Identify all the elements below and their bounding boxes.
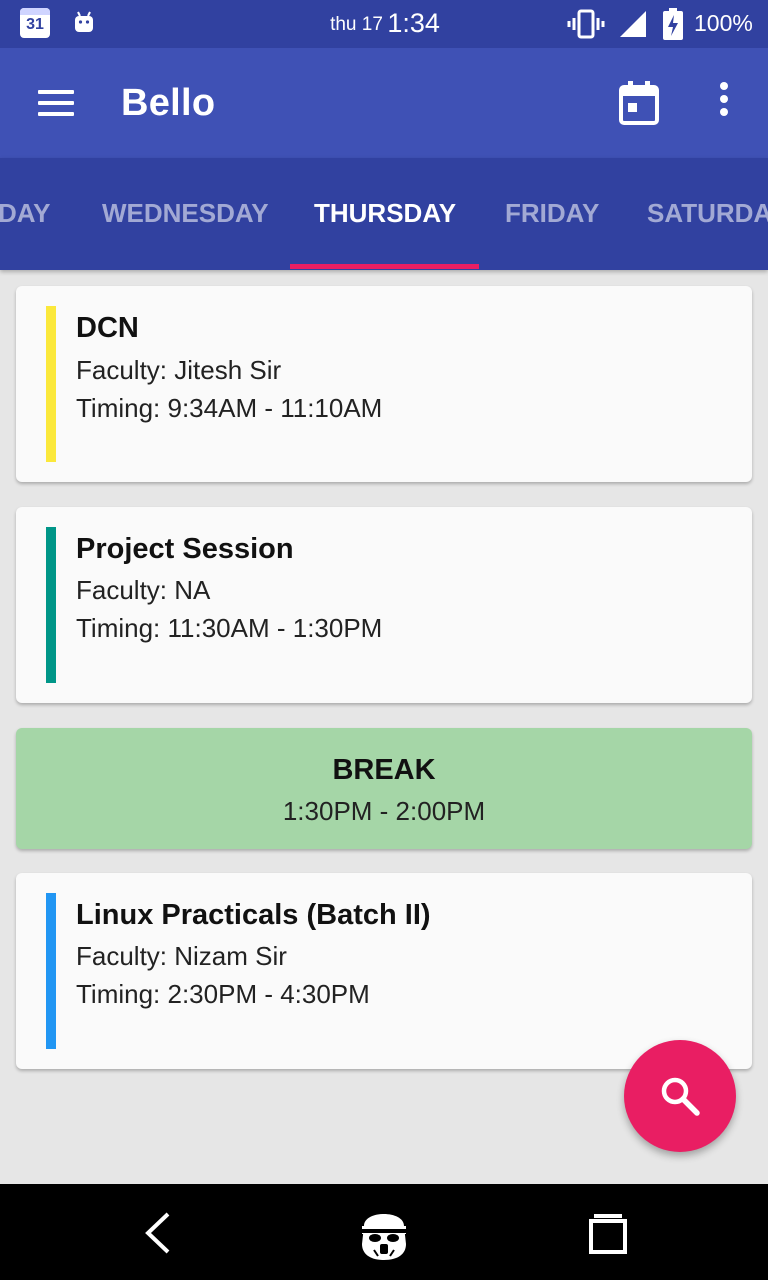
calendar-icon: 31 <box>20 8 50 38</box>
recents-icon[interactable] <box>588 1212 628 1254</box>
back-icon[interactable] <box>140 1208 180 1258</box>
overflow-menu-icon[interactable] <box>708 82 740 122</box>
card-timing: Timing: 9:34AM - 11:10AM <box>76 393 383 423</box>
card-subject: Project Session <box>76 533 294 565</box>
tab-thursday[interactable]: THURSDAY <box>314 198 456 229</box>
card-subject: DCN <box>76 312 139 344</box>
home-icon[interactable] <box>354 1204 414 1264</box>
schedule-card[interactable]: Project Session Faculty: NA Timing: 11:3… <box>16 507 752 703</box>
clock-time: 1:34 <box>387 8 440 38</box>
system-nav-bar <box>0 1184 768 1280</box>
break-time: 1:30PM - 2:00PM <box>282 796 486 826</box>
tab-saturday[interactable]: SATURDAY <box>647 198 768 229</box>
search-fab-button[interactable] <box>624 1040 736 1152</box>
clock: thu 17 1:34 <box>300 8 470 42</box>
schedule-card[interactable]: DCN Faculty: Jitesh Sir Timing: 9:34AM -… <box>16 286 752 482</box>
card-faculty: Faculty: Jitesh Sir <box>76 355 282 385</box>
card-accent-bar <box>46 893 56 1049</box>
battery-percentage: 100% <box>694 10 753 36</box>
card-timing: Timing: 2:30PM - 4:30PM <box>76 979 370 1009</box>
schedule-card[interactable]: Linux Practicals (Batch II) Faculty: Niz… <box>16 873 752 1069</box>
search-icon <box>661 1077 700 1116</box>
app-toolbar: Bello <box>0 48 768 158</box>
tab-indicator <box>290 264 479 269</box>
card-faculty: Faculty: Nizam Sir <box>76 941 287 971</box>
calendar-day: 31 <box>26 16 44 33</box>
battery-charging-icon <box>663 8 683 40</box>
menu-icon[interactable] <box>38 90 74 116</box>
app-title: Bello <box>121 82 216 124</box>
vibrate-icon <box>567 9 605 39</box>
status-bar: 31 thu 17 1:34 100% <box>0 0 768 48</box>
tab-friday[interactable]: FRIDAY <box>505 198 599 229</box>
calendar-icon[interactable] <box>614 78 664 128</box>
tab-sunday[interactable]: DAY <box>0 198 51 229</box>
card-timing: Timing: 11:30AM - 1:30PM <box>76 613 383 643</box>
clock-day: thu 17 <box>330 14 383 35</box>
android-icon <box>75 11 93 32</box>
signal-icon <box>620 11 646 37</box>
day-tabs: DAY WEDNESDAY THURSDAY FRIDAY SATURDAY <box>0 158 768 270</box>
card-accent-bar <box>46 527 56 683</box>
card-subject: Linux Practicals (Batch II) <box>76 899 431 931</box>
tab-wednesday[interactable]: WEDNESDAY <box>102 198 269 229</box>
break-card[interactable]: BREAK 1:30PM - 2:00PM <box>16 728 752 849</box>
card-accent-bar <box>46 306 56 462</box>
break-title: BREAK <box>332 754 436 786</box>
card-faculty: Faculty: NA <box>76 575 211 605</box>
